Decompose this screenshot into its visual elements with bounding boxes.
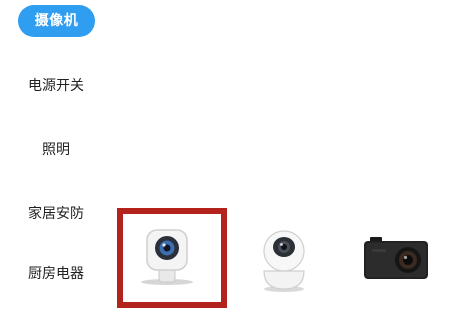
ptz-camera-icon	[263, 230, 305, 292]
category-item-kitchen-appliances[interactable]: 厨房电器	[28, 264, 84, 284]
action-camera-icon	[364, 237, 428, 279]
category-item-home-security[interactable]: 家居安防	[28, 204, 84, 224]
mini-camera-icon	[141, 229, 193, 285]
category-tab-camera[interactable]: 摄像机	[18, 5, 95, 37]
category-item-lighting[interactable]: 照明	[42, 140, 70, 160]
category-item-power-switch[interactable]: 电源开关	[28, 76, 84, 96]
device-picker-screen: 摄像机 电源开关 照明 家居安防 厨房电器	[0, 0, 450, 321]
device-action-camera[interactable]	[362, 235, 430, 281]
device-mini-camera[interactable]	[135, 224, 199, 288]
device-ptz-camera[interactable]	[254, 227, 314, 293]
